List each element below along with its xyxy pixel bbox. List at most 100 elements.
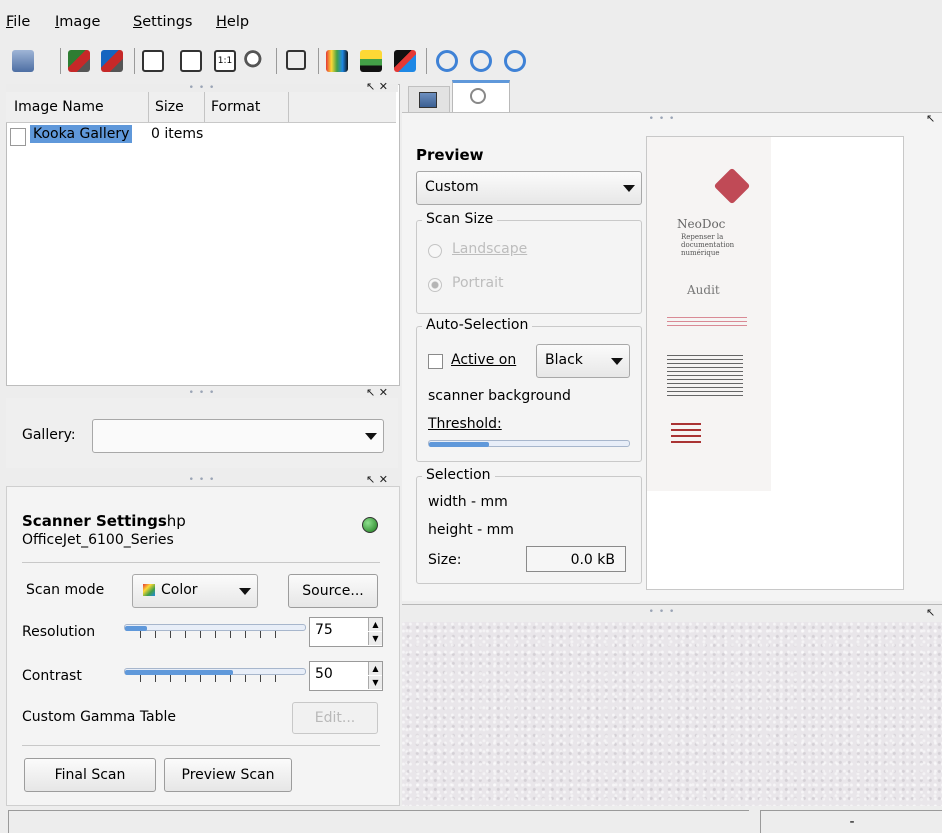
active-on-label: Active on	[451, 352, 517, 368]
scan-mode-combo[interactable]: Color	[132, 574, 258, 608]
ocr-icon[interactable]	[244, 50, 266, 72]
contrast-value: 50	[315, 666, 333, 682]
dock-float-icon[interactable]: ↖	[926, 606, 935, 619]
image-viewer[interactable]	[402, 622, 942, 806]
gamma-label: Custom Gamma Table	[22, 709, 177, 725]
fit-height-icon[interactable]	[142, 50, 164, 72]
contrast-spinbox[interactable]: 50 ▲ ▼	[309, 661, 383, 691]
contrast-ticks	[140, 675, 290, 682]
divider	[22, 562, 380, 563]
doc-text-block	[667, 317, 747, 329]
mirror-vertical-icon[interactable]	[360, 50, 382, 72]
scan-mode-value: Color	[161, 582, 198, 598]
resolution-label: Resolution	[22, 624, 96, 640]
menu-settings[interactable]: Settings	[133, 14, 193, 30]
rotate-180-icon[interactable]	[504, 50, 526, 72]
doc-tagline-2: documentation	[681, 241, 735, 249]
rotate-counterclockwise-icon[interactable]	[470, 50, 492, 72]
chevron-down-icon	[611, 358, 623, 365]
actual-size-icon[interactable]: 1:1	[214, 50, 236, 72]
spin-down-icon[interactable]: ▼	[368, 676, 382, 689]
crop-icon[interactable]	[286, 50, 306, 70]
landscape-radio[interactable]	[428, 244, 442, 258]
chevron-down-icon	[239, 588, 251, 595]
column-size[interactable]: Size	[155, 99, 184, 115]
column-format[interactable]: Format	[211, 99, 260, 115]
resolution-ticks	[140, 631, 290, 638]
portrait-radio[interactable]	[428, 278, 442, 292]
scanner-background-label: scanner background	[428, 388, 571, 404]
doc-tagline-3: numérique	[681, 249, 720, 257]
dock-handle[interactable]: • • •	[402, 608, 922, 617]
scan-to-gallery-icon[interactable]	[68, 50, 90, 72]
scanner-title-vendor: hp	[166, 512, 186, 530]
dock-float-close-icon[interactable]: ↖ ✕	[366, 473, 388, 486]
selection-size-label: Size:	[428, 552, 462, 568]
tab-preview[interactable]	[452, 80, 510, 115]
status-message	[8, 810, 749, 833]
status-led-icon	[362, 517, 378, 533]
resolution-slider[interactable]	[124, 624, 306, 631]
toolbar-separator	[134, 48, 135, 74]
active-on-checkbox[interactable]	[428, 354, 443, 369]
scanner-device-name: OfficeJet_6100_Series	[22, 532, 174, 548]
doc-brand: NeoDoc	[677, 217, 726, 231]
threshold-label: Threshold:	[428, 416, 502, 432]
tab-gallery[interactable]	[408, 86, 450, 113]
scanned-document: NeoDoc Repenser la documentation numériq…	[647, 137, 771, 491]
contrast-slider[interactable]	[124, 668, 306, 675]
resolution-spinbox[interactable]: 75 ▲ ▼	[309, 617, 383, 647]
doc-checklist	[671, 423, 701, 445]
magnifier-icon	[470, 88, 486, 104]
toolbar-separator	[60, 48, 61, 74]
gallery-item-size: 0 items	[151, 126, 204, 142]
spin-up-icon[interactable]: ▲	[368, 618, 382, 631]
gallery-label: Gallery:	[22, 427, 76, 443]
source-button[interactable]: Source...	[288, 574, 378, 608]
doc-tagline-1: Repenser la	[681, 233, 724, 241]
column-separator	[204, 92, 205, 122]
preview-scan-button[interactable]: Preview Scan	[164, 758, 292, 792]
toolbar-separator	[276, 48, 277, 74]
threshold-slider-fill	[429, 442, 489, 447]
menu-file[interactable]: File	[6, 14, 30, 30]
page-size-combo[interactable]: Custom	[416, 171, 642, 205]
resolution-value: 75	[315, 622, 333, 638]
dock-handle[interactable]: • • •	[402, 115, 922, 124]
gallery-combo[interactable]	[92, 419, 384, 453]
scan-mode-label: Scan mode	[26, 582, 105, 598]
background-color-combo[interactable]: Black	[536, 344, 630, 378]
background-color-value: Black	[545, 352, 583, 368]
doc-section: Audit	[687, 283, 720, 297]
dock-float-icon[interactable]: ↖	[926, 112, 935, 125]
dock-handle[interactable]: • • •	[6, 389, 398, 398]
contrast-label: Contrast	[22, 668, 82, 684]
print-icon[interactable]	[12, 50, 34, 72]
column-image-name[interactable]: Image Name	[14, 99, 104, 115]
portrait-label: Portrait	[452, 275, 504, 291]
menu-image[interactable]: Image	[55, 14, 100, 30]
spin-down-icon[interactable]: ▼	[368, 632, 382, 645]
scan-to-gallery-alt-icon[interactable]	[101, 50, 123, 72]
edit-gamma-button[interactable]: Edit...	[292, 702, 378, 734]
doc-tagline: Repenser la documentation numérique	[681, 233, 761, 257]
gallery-item-name[interactable]: Kooka Gallery	[30, 125, 133, 143]
dock-handle[interactable]: • • •	[6, 476, 398, 485]
toolbar-separator	[318, 48, 319, 74]
auto-selection-title: Auto-Selection	[422, 317, 533, 333]
selection-size-value: 0.0 kB	[526, 546, 626, 572]
rotate-clockwise-icon[interactable]	[436, 50, 458, 72]
spin-up-icon[interactable]: ▲	[368, 662, 382, 675]
threshold-slider[interactable]	[428, 440, 630, 447]
mirror-horizontal-icon[interactable]	[326, 50, 348, 72]
dock-handle[interactable]: • • •	[6, 84, 398, 93]
status-indicator: -	[760, 810, 942, 833]
mirror-both-icon[interactable]	[394, 50, 416, 72]
chevron-down-icon	[365, 433, 377, 440]
final-scan-button[interactable]: Final Scan	[24, 758, 156, 792]
fit-width-icon[interactable]	[180, 50, 202, 72]
menu-bar: File Image Settings Help	[0, 0, 942, 42]
doc-text-block	[667, 355, 743, 399]
menu-help[interactable]: Help	[216, 14, 249, 30]
preview-image-area[interactable]: NeoDoc Repenser la documentation numériq…	[646, 136, 904, 590]
